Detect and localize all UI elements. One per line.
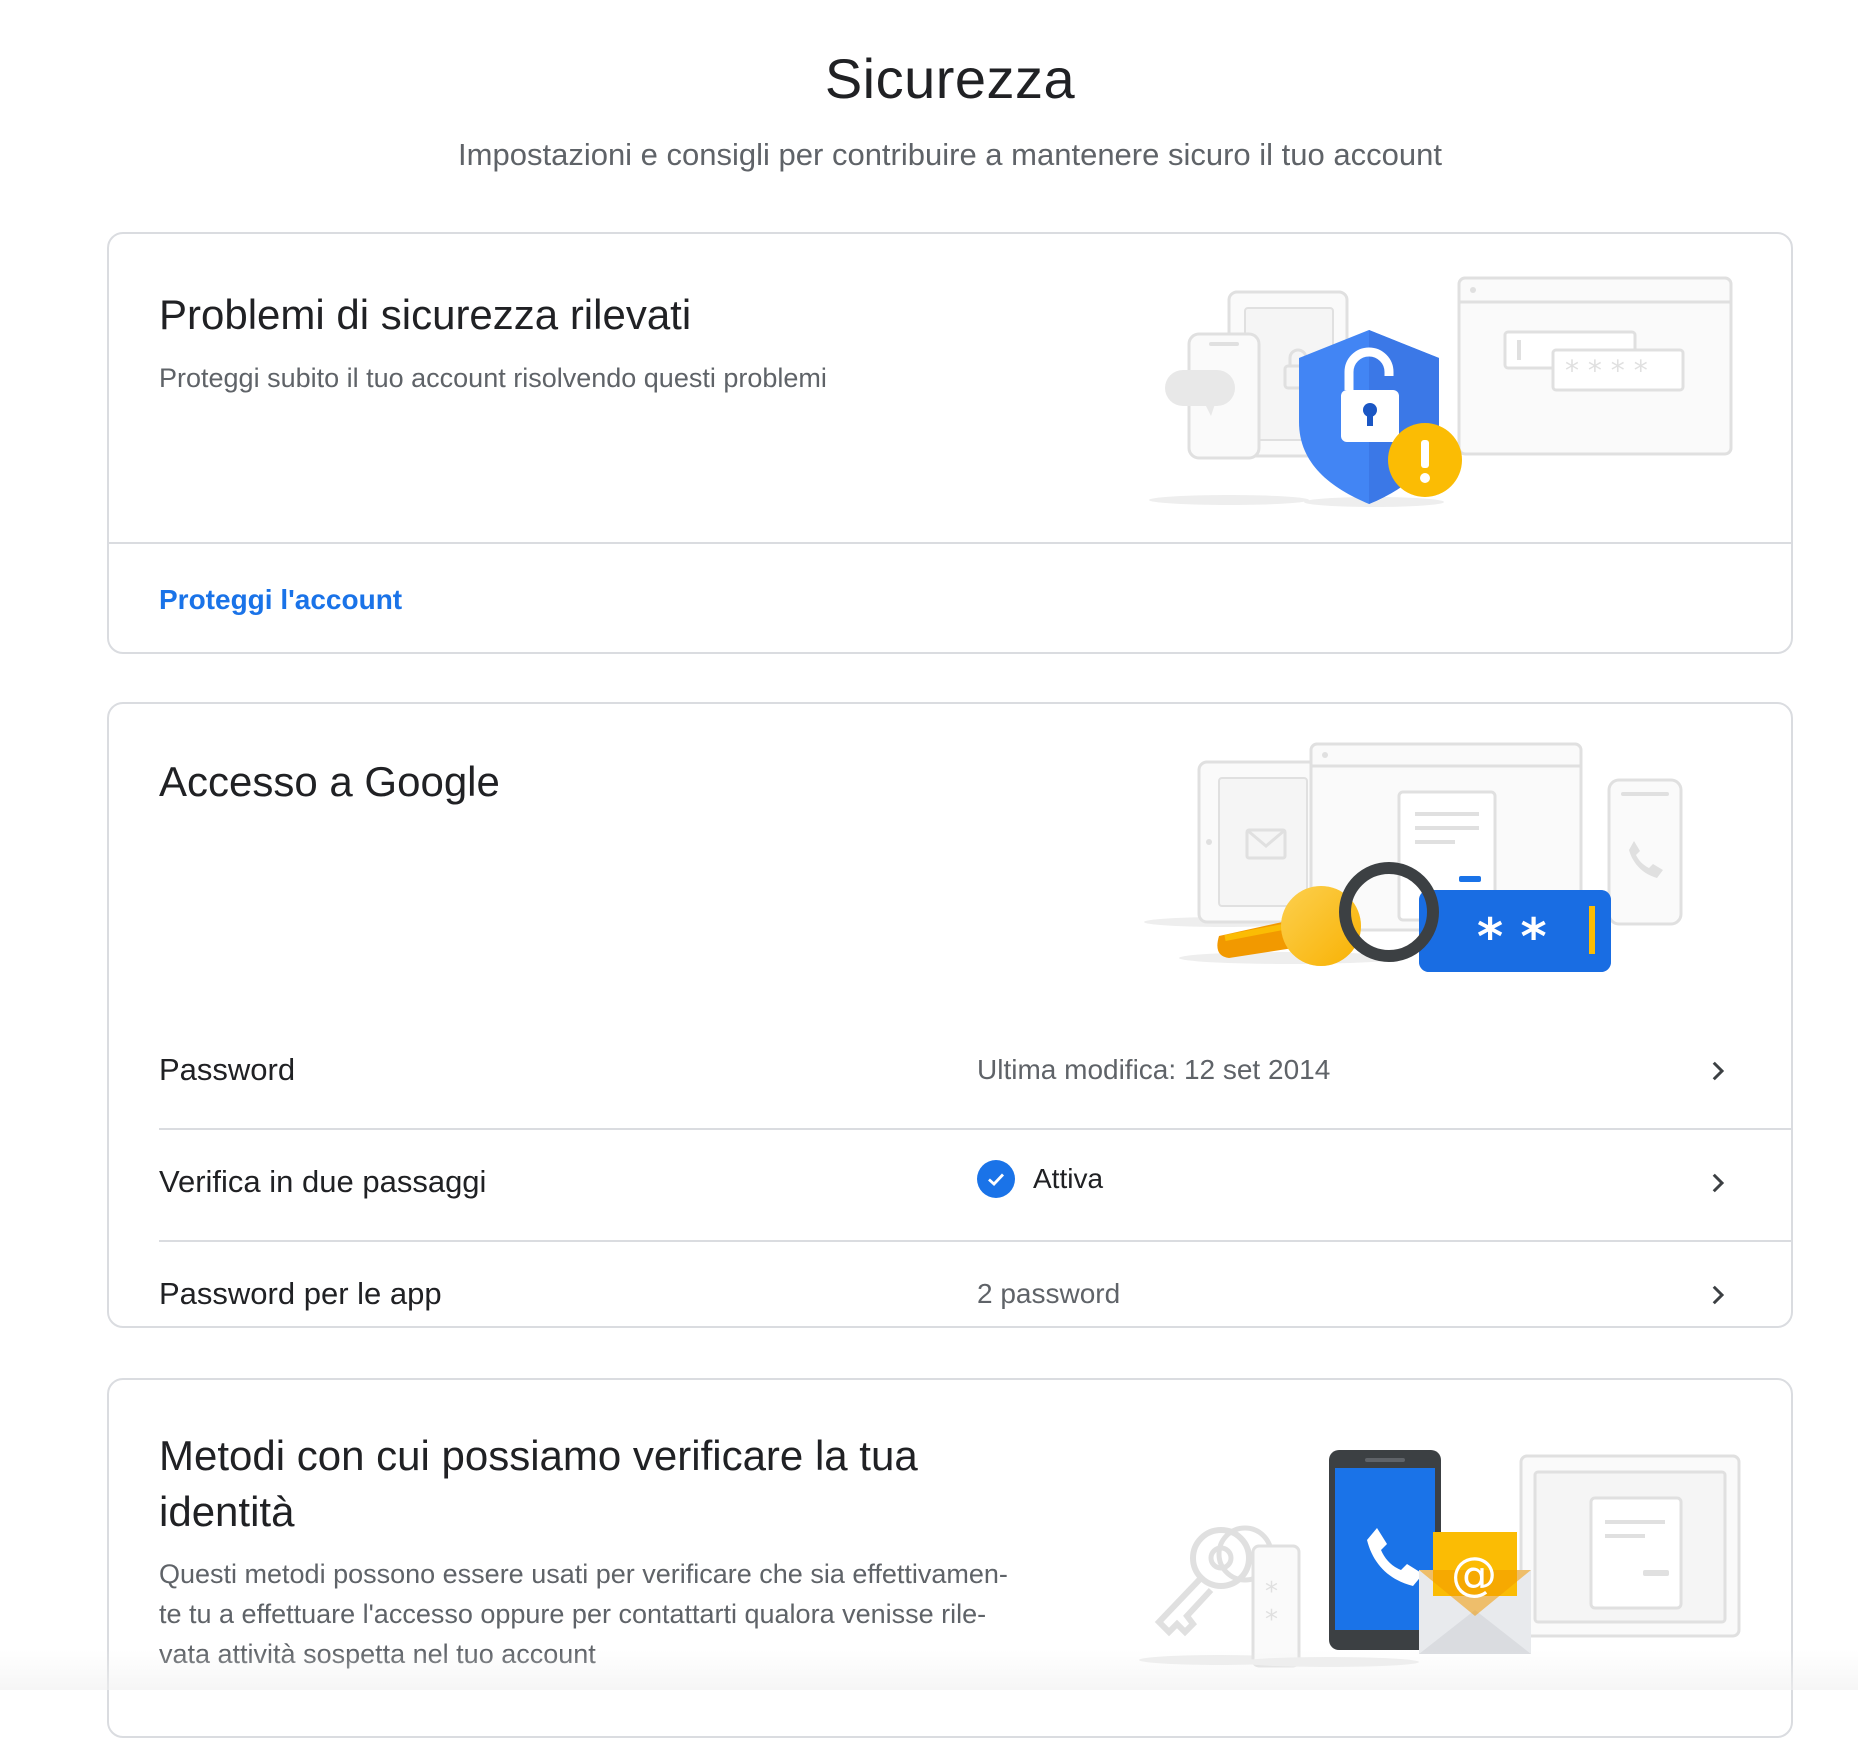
- signin-card-title: Accesso a Google: [159, 758, 500, 805]
- security-issues-illustration: * * * *: [1149, 276, 1733, 507]
- chevron-right-icon: [1712, 1173, 1725, 1193]
- two-step-verification-row[interactable]: Verifica in due passaggi Attiva: [159, 1130, 1791, 1242]
- chevron-right-icon: [1712, 1285, 1725, 1305]
- password-row-value: Ultima modifica: 12 set 2014: [977, 1054, 1331, 1085]
- app-passwords-row[interactable]: Password per le app 2 password: [159, 1242, 1791, 1326]
- two-step-row-label: Verifica in due passaggi: [159, 1164, 487, 1199]
- protect-account-link[interactable]: Proteggi l'account: [159, 584, 402, 616]
- check-circle-icon: [977, 1160, 1015, 1198]
- svg-text:* *: * *: [1477, 908, 1547, 966]
- password-row[interactable]: Password Ultima modifica: 12 set 2014: [159, 1018, 1791, 1130]
- svg-text:* * * *: * * * *: [1565, 354, 1648, 387]
- issues-card-title: Problemi di sicurezza rilevati: [159, 291, 692, 338]
- page-subtitle: Impostazioni e consigli per contribuire …: [458, 137, 1442, 172]
- password-row-label: Password: [159, 1052, 296, 1087]
- svg-text:@: @: [1451, 1547, 1497, 1601]
- verify-card-description-line1: Questi metodi possono essere usati per v…: [159, 1559, 1008, 1589]
- svg-text:*: *: [1265, 1605, 1278, 1635]
- page-title: Sicurezza: [824, 47, 1076, 110]
- signin-illustration: * *: [1144, 742, 1683, 972]
- two-step-row-value: Attiva: [977, 1160, 1103, 1198]
- verify-card-title-line1: Metodi con cui possiamo verificare la tu…: [159, 1432, 918, 1479]
- verify-card-description-line2: te tu a effettuare l'accesso oppure per …: [159, 1599, 987, 1629]
- app-passwords-row-value: 2 password: [977, 1278, 1121, 1309]
- issues-card-description: Proteggi subito il tuo account risolvend…: [159, 363, 827, 393]
- app-passwords-row-label: Password per le app: [159, 1276, 442, 1311]
- two-step-status-text: Attiva: [1033, 1163, 1104, 1194]
- issues-card-divider: [109, 542, 1791, 544]
- signin-card: Accesso a Google * * Password Ultima mod…: [107, 702, 1793, 1328]
- svg-text:*: *: [1265, 1577, 1278, 1607]
- bottom-fade: [0, 1650, 1858, 1690]
- verification-methods-illustration: * * @: [1139, 1450, 1741, 1668]
- chevron-right-icon: [1712, 1061, 1725, 1081]
- verify-card-title-line2: identità: [159, 1488, 295, 1535]
- security-issues-card: Problemi di sicurezza rilevati Proteggi …: [107, 232, 1793, 654]
